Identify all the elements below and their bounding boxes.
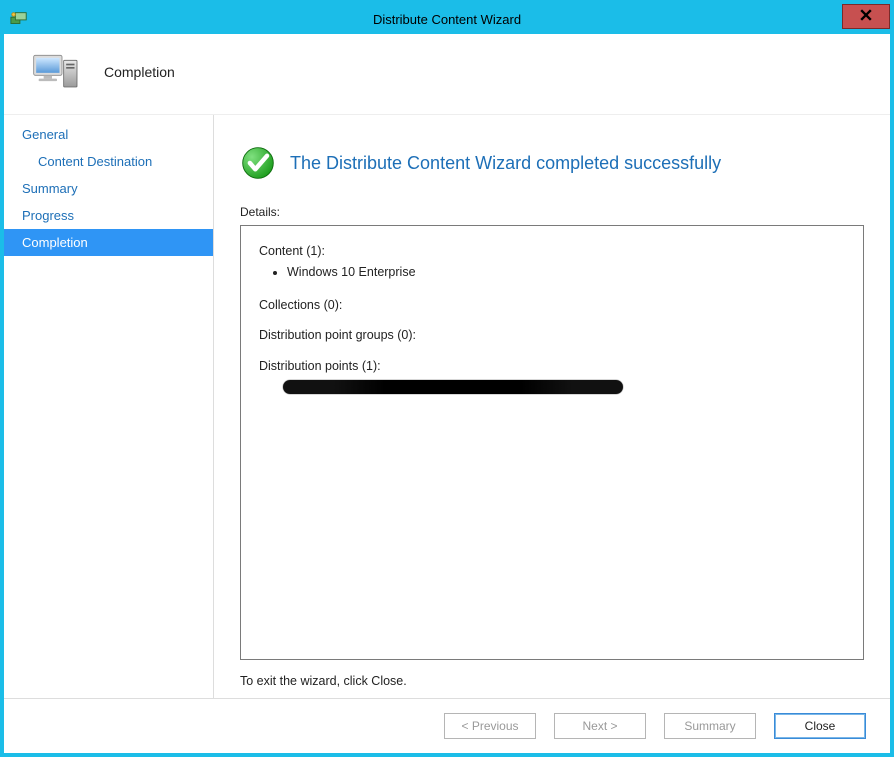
titlebar: Distribute Content Wizard	[4, 4, 890, 34]
nav-item-general[interactable]: General	[4, 121, 213, 148]
content-item: Windows 10 Enterprise	[287, 263, 845, 282]
app-icon	[10, 10, 28, 28]
close-icon	[860, 8, 872, 25]
dpgroups-heading: Distribution point groups (0):	[259, 326, 845, 345]
previous-button: < Previous	[444, 713, 536, 739]
details-box: Content (1): Windows 10 Enterprise Colle…	[240, 225, 864, 660]
nav-item-summary[interactable]: Summary	[4, 175, 213, 202]
nav-label: General	[22, 127, 68, 142]
wizard-sidebar: General Content Destination Summary Prog…	[4, 115, 214, 698]
nav-label: Summary	[22, 181, 78, 196]
nav-item-completion[interactable]: Completion	[4, 229, 213, 256]
wizard-body: General Content Destination Summary Prog…	[4, 115, 890, 698]
computer-icon	[32, 52, 82, 92]
collections-heading: Collections (0):	[259, 296, 845, 315]
content-heading: Content (1):	[259, 242, 845, 261]
wizard-main: The Distribute Content Wizard completed …	[214, 115, 890, 698]
details-label: Details:	[240, 205, 864, 219]
content-list: Windows 10 Enterprise	[259, 263, 845, 282]
success-message: The Distribute Content Wizard completed …	[290, 153, 721, 174]
nav-label: Progress	[22, 208, 74, 223]
success-row: The Distribute Content Wizard completed …	[240, 145, 864, 181]
success-check-icon	[240, 145, 276, 181]
wizard-footer: < Previous Next > Summary Close	[4, 698, 890, 753]
wizard-header: Completion	[4, 34, 890, 115]
nav-label: Content Destination	[38, 154, 152, 169]
page-title: Completion	[104, 64, 175, 80]
redacted-text	[283, 380, 623, 394]
summary-button: Summary	[664, 713, 756, 739]
close-button[interactable]: Close	[774, 713, 866, 739]
window-title: Distribute Content Wizard	[373, 12, 521, 27]
next-button: Next >	[554, 713, 646, 739]
exit-instruction: To exit the wizard, click Close.	[240, 674, 864, 688]
nav-label: Completion	[22, 235, 88, 250]
dp-heading: Distribution points (1):	[259, 357, 845, 376]
wizard-window: Distribute Content Wizard	[0, 0, 894, 757]
nav-item-progress[interactable]: Progress	[4, 202, 213, 229]
nav-item-content-destination[interactable]: Content Destination	[4, 148, 213, 175]
window-close-button[interactable]	[842, 4, 890, 29]
